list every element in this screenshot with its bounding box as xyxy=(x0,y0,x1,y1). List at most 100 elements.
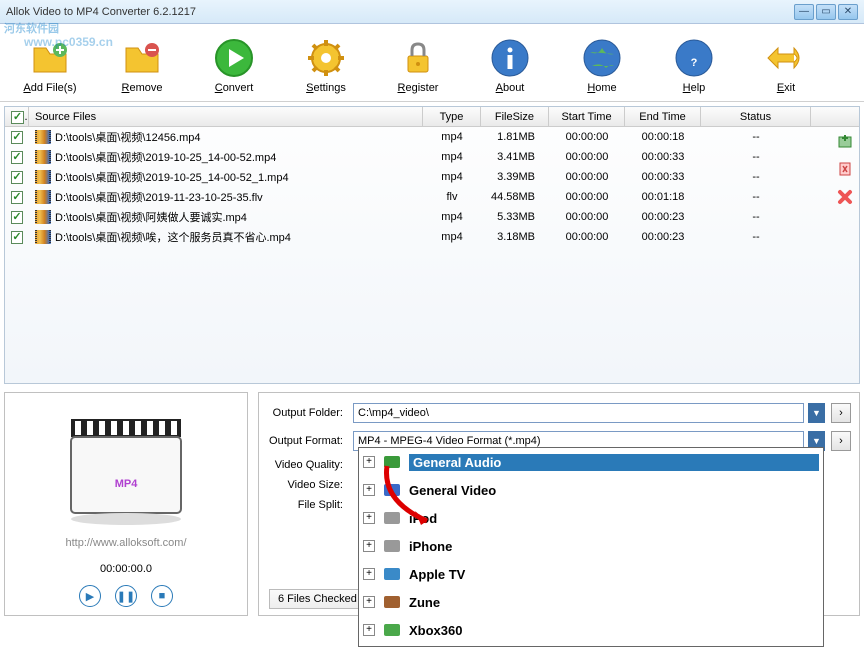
svg-text:MP4: MP4 xyxy=(115,478,139,490)
close-button[interactable]: ✕ xyxy=(838,4,858,20)
file-start: 00:00:00 xyxy=(549,211,625,223)
expand-icon[interactable]: + xyxy=(363,484,375,496)
video-file-icon xyxy=(35,130,51,144)
expand-icon[interactable]: + xyxy=(363,596,375,608)
table-row[interactable]: D:\tools\桌面\视频\阿姨做人要诚实.mp4 mp4 5.33MB 00… xyxy=(5,207,859,227)
column-filesize[interactable]: FileSize xyxy=(481,107,549,127)
dropdown-item-label: Zune xyxy=(409,595,819,610)
output-folder-input[interactable]: C:\mp4_video\ xyxy=(353,403,804,423)
column-type[interactable]: Type xyxy=(423,107,481,127)
file-start: 00:00:00 xyxy=(549,231,625,243)
exit-button[interactable]: Exit xyxy=(740,34,832,96)
file-status: -- xyxy=(701,231,811,243)
dropdown-item[interactable]: + iPhone xyxy=(359,532,823,560)
settings-button[interactable]: Settings xyxy=(280,34,372,96)
dropdown-item[interactable]: + Zune xyxy=(359,588,823,616)
file-type: mp4 xyxy=(423,151,481,163)
dropdown-item-label: General Audio xyxy=(409,454,819,471)
file-status: -- xyxy=(701,171,811,183)
table-row[interactable]: D:\tools\桌面\视频\唉，这个服务员真不省心.mp4 mp4 3.18M… xyxy=(5,227,859,247)
expand-icon[interactable]: + xyxy=(363,540,375,552)
expand-icon[interactable]: + xyxy=(363,568,375,580)
convert-button[interactable]: Convert xyxy=(188,34,280,96)
remove-item-icon[interactable] xyxy=(835,187,855,207)
pause-preview-button[interactable]: ❚❚ xyxy=(115,585,137,607)
output-folder-dropdown-icon[interactable]: ▼ xyxy=(808,403,825,423)
row-checkbox[interactable] xyxy=(11,191,23,204)
remove-button[interactable]: Remove xyxy=(96,34,188,96)
output-format-dropdown[interactable]: + General Audio + General Video + iPod +… xyxy=(358,447,824,647)
dropdown-item[interactable]: + General Video xyxy=(359,476,823,504)
dropdown-item-label: Xbox360 xyxy=(409,623,819,638)
category-icon xyxy=(381,619,403,641)
add-item-icon[interactable] xyxy=(835,131,855,151)
register-label: Register xyxy=(398,82,439,94)
category-icon xyxy=(381,591,403,613)
table-row[interactable]: D:\tools\桌面\视频\2019-10-25_14-00-52_1.mp4… xyxy=(5,167,859,187)
preview-controls: ▶ ❚❚ ■ xyxy=(79,585,173,607)
video-quality-label: Video Quality: xyxy=(267,459,349,471)
help-button[interactable]: ? Help xyxy=(648,34,740,96)
dropdown-item[interactable]: + Apple TV xyxy=(359,560,823,588)
file-size: 1.81MB xyxy=(481,131,549,143)
stop-preview-button[interactable]: ■ xyxy=(151,585,173,607)
home-button[interactable]: Home xyxy=(556,34,648,96)
dropdown-item-label: iPod xyxy=(409,511,819,526)
dropdown-item[interactable]: + General Audio xyxy=(359,448,823,476)
file-status: -- xyxy=(701,151,811,163)
gear-icon xyxy=(304,36,348,80)
file-path: D:\tools\桌面\视频\阿姨做人要诚实.mp4 xyxy=(55,209,247,225)
file-size: 3.41MB xyxy=(481,151,549,163)
minimize-button[interactable]: — xyxy=(794,4,814,20)
add-files-button[interactable]: Add File(s) xyxy=(4,34,96,96)
column-end[interactable]: End Time xyxy=(625,107,701,127)
maximize-button[interactable]: ▭ xyxy=(816,4,836,20)
table-row[interactable]: D:\tools\桌面\视频\2019-10-25_14-00-52.mp4 m… xyxy=(5,147,859,167)
category-icon xyxy=(381,479,403,501)
table-row[interactable]: D:\tools\桌面\视频\12456.mp4 mp4 1.81MB 00:0… xyxy=(5,127,859,147)
file-path: D:\tools\桌面\视频\12456.mp4 xyxy=(55,129,201,145)
video-size-label: Video Size: xyxy=(267,479,349,491)
dropdown-item[interactable]: + Xbox360 xyxy=(359,616,823,644)
file-status: -- xyxy=(701,211,811,223)
register-button[interactable]: Register xyxy=(372,34,464,96)
column-status[interactable]: Status xyxy=(701,107,811,127)
category-icon xyxy=(381,563,403,585)
file-list-header: Source Files Type FileSize Start Time En… xyxy=(5,107,859,127)
table-row[interactable]: D:\tools\桌面\视频\2019-11-23-10-25-35.flv f… xyxy=(5,187,859,207)
dropdown-item[interactable]: + iPod xyxy=(359,504,823,532)
row-checkbox[interactable] xyxy=(11,171,23,184)
column-source[interactable]: Source Files xyxy=(29,107,423,127)
output-format-go-button[interactable]: › xyxy=(831,431,851,451)
file-end: 00:00:18 xyxy=(625,131,701,143)
settings-panel: Output Folder: C:\mp4_video\ ▼ › Output … xyxy=(258,392,860,616)
check-all[interactable] xyxy=(11,111,24,124)
folder-add-icon xyxy=(28,36,72,80)
output-format-label: Output Format: xyxy=(267,435,349,447)
file-path: D:\tools\桌面\视频\唉，这个服务员真不省心.mp4 xyxy=(55,229,291,245)
about-button[interactable]: About xyxy=(464,34,556,96)
file-end: 00:00:23 xyxy=(625,231,701,243)
output-folder-browse-button[interactable]: › xyxy=(831,403,851,423)
expand-icon[interactable]: + xyxy=(363,512,375,524)
category-icon xyxy=(381,507,403,529)
preview-timecode: 00:00:00.0 xyxy=(100,563,152,575)
file-type: mp4 xyxy=(423,171,481,183)
column-checkbox[interactable] xyxy=(5,107,29,127)
side-action-buttons xyxy=(835,131,855,207)
expand-icon[interactable]: + xyxy=(363,456,375,468)
dropdown-item-label: iPhone xyxy=(409,539,819,554)
expand-icon[interactable]: + xyxy=(363,624,375,636)
play-preview-button[interactable]: ▶ xyxy=(79,585,101,607)
file-type: flv xyxy=(423,191,481,203)
column-start[interactable]: Start Time xyxy=(549,107,625,127)
dropdown-item-label: General Video xyxy=(409,483,819,498)
row-checkbox[interactable] xyxy=(11,231,23,244)
row-checkbox[interactable] xyxy=(11,131,23,144)
row-checkbox[interactable] xyxy=(11,151,23,164)
file-type: mp4 xyxy=(423,231,481,243)
delete-item-icon[interactable] xyxy=(835,159,855,179)
video-file-icon xyxy=(35,210,51,224)
row-checkbox[interactable] xyxy=(11,211,23,224)
preview-url: http://www.alloksoft.com/ xyxy=(65,537,186,549)
